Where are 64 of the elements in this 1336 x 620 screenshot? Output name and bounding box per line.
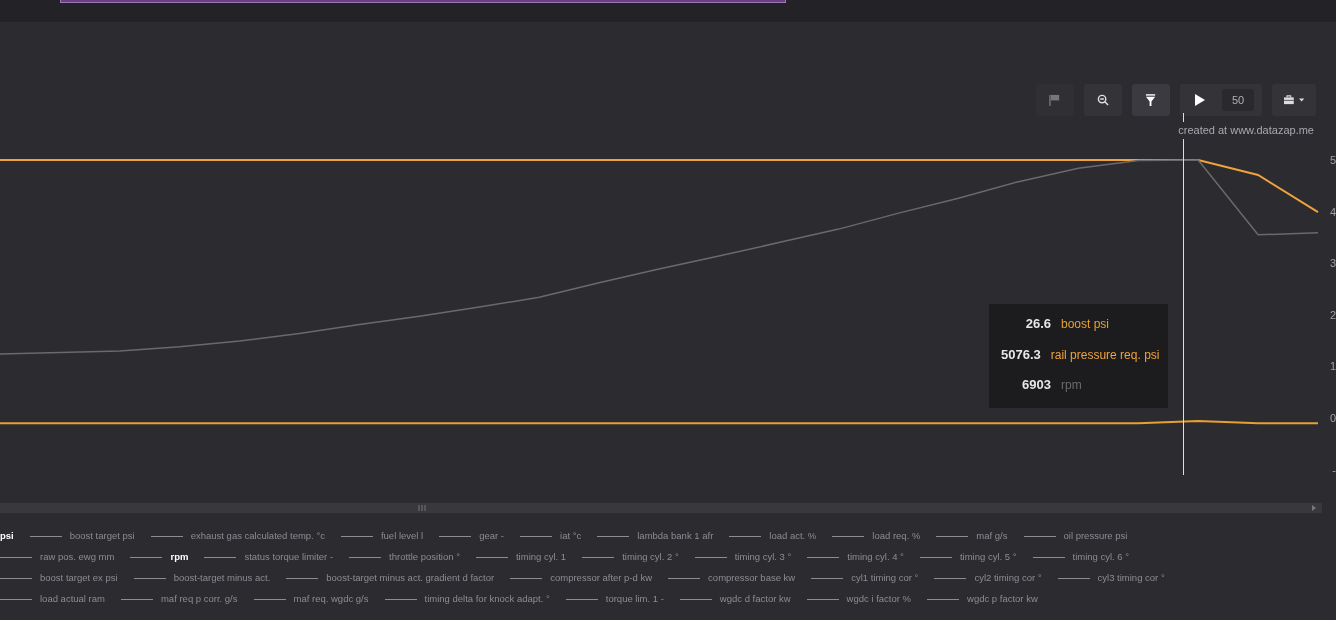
legend-item[interactable]: cyl2 timing cor °: [974, 571, 1042, 586]
range-selector[interactable]: [60, 0, 786, 3]
legend-item[interactable]: boost target ex psi: [40, 571, 118, 586]
caret-icon: [1298, 98, 1304, 102]
axis-label: 4: [1329, 205, 1336, 218]
tooltip-value: 5076.3: [1001, 345, 1041, 364]
legend-item[interactable]: load req. %: [872, 529, 921, 544]
legend-item[interactable]: iat °c: [560, 529, 582, 544]
tooltip-value: 6903: [1021, 376, 1051, 394]
legend-item[interactable]: boost target psi: [69, 529, 135, 544]
tooltip-value: 26.6: [1024, 315, 1051, 333]
right-arrow-icon[interactable]: [1312, 505, 1316, 511]
legend-item[interactable]: timing cyl. 1: [515, 550, 567, 565]
grip-icon[interactable]: [418, 505, 426, 511]
legend-item[interactable]: compressor base kw: [708, 571, 796, 586]
axis-label: 3: [1329, 257, 1336, 270]
filter-button[interactable]: [1132, 84, 1170, 116]
legend-item[interactable]: timing cyl. 3 °: [734, 550, 792, 565]
legend-item[interactable]: maf req p corr. g/s: [160, 592, 238, 607]
legend-item[interactable]: timing cyl. 5 °: [959, 550, 1017, 565]
legend-item[interactable]: throttle position °: [389, 550, 460, 565]
credit-text: created at www.datazap.me: [1178, 122, 1314, 139]
legend-item[interactable]: wgdc p factor kw: [967, 592, 1038, 607]
axis-label: 0: [1329, 412, 1336, 424]
legend-item[interactable]: boost-target minus act. gradient d factor: [326, 571, 495, 586]
legend-item[interactable]: status torque limiter -: [244, 550, 334, 565]
legend-item[interactable]: compressor after p-d kw: [550, 571, 653, 586]
legend-item[interactable]: lambda bank 1 afr: [637, 529, 714, 544]
legend-item[interactable]: rpm: [170, 550, 189, 565]
legend-item[interactable]: wgdc d factor kw: [719, 592, 791, 607]
legend-item[interactable]: timing delta for knock adapt. °: [424, 592, 550, 607]
legend-item[interactable]: maf req. wgdc g/s: [293, 592, 369, 607]
axis-label: 1: [1329, 360, 1336, 373]
legend-item[interactable]: raw pos. ewg mm: [40, 550, 115, 565]
speed-field[interactable]: 50: [1222, 89, 1254, 111]
play-icon: [1195, 94, 1205, 106]
zoom-out-icon: [1097, 94, 1109, 106]
axis-label: 2: [1329, 308, 1336, 321]
briefcase-icon: [1284, 94, 1294, 106]
tooltip-label: boost psi: [1061, 316, 1110, 333]
legend-item[interactable]: boost-target minus act.: [173, 571, 271, 586]
tooltip-label: rpm: [1061, 377, 1082, 394]
legend-item[interactable]: timing cyl. 4 °: [847, 550, 904, 565]
legend-item[interactable]: torque lim. 1 -: [605, 592, 664, 607]
legend-item[interactable]: psi: [0, 529, 14, 544]
legend-item[interactable]: oil pressure psi: [1063, 529, 1128, 544]
legend-item[interactable]: load actual ram: [40, 592, 105, 607]
flag-icon: [1049, 94, 1061, 106]
tools-dropdown-button[interactable]: [1272, 84, 1316, 116]
legend-item[interactable]: timing cyl. 6 °: [1072, 550, 1130, 565]
filter-icon: [1145, 94, 1157, 106]
scrollbar[interactable]: [0, 503, 1322, 513]
legend-item[interactable]: cyl1 timing cor °: [851, 571, 919, 586]
legend-item[interactable]: cyl3 timing cor °: [1097, 571, 1165, 586]
legend-item[interactable]: wgdc i factor %: [846, 592, 911, 607]
legend-item[interactable]: timing cyl. 2 °: [622, 550, 679, 565]
legend-item[interactable]: maf g/s: [976, 529, 1008, 544]
zoom-out-button[interactable]: [1084, 84, 1122, 116]
axis-label: 5: [1329, 154, 1336, 166]
legend-item[interactable]: gear -: [479, 529, 504, 544]
legend-item[interactable]: load act. %: [769, 529, 817, 544]
legend-item[interactable]: exhaust gas calculated temp. °c: [190, 529, 325, 544]
axis-label: -: [1332, 463, 1336, 476]
tooltip-label: rail pressure req. psi: [1050, 346, 1160, 364]
